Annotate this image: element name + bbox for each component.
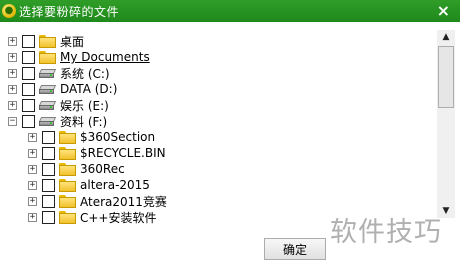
folder-icon (39, 50, 56, 64)
app-logo-icon: ● (2, 4, 16, 18)
title-bar: ● 选择要粉碎的文件 × (0, 0, 460, 22)
drive-icon (38, 67, 57, 80)
tree-item-checkbox[interactable] (42, 178, 55, 192)
window-title: 选择要粉碎的文件 (19, 4, 120, 19)
ok-button[interactable]: 确定 (264, 238, 326, 260)
tree-item-label[interactable]: 360Rec (80, 162, 125, 176)
tree-item-label[interactable]: 娱乐 (E:) (60, 97, 109, 114)
tree-item-label[interactable]: altera-2015 (80, 178, 150, 192)
tree-item[interactable]: + 系统 (C:) (8, 65, 110, 81)
expand-icon[interactable]: + (28, 180, 37, 190)
folder-icon (59, 178, 76, 192)
tree-item-label[interactable]: 资料 (F:) (60, 113, 107, 130)
tree-item-label[interactable]: 桌面 (60, 33, 84, 50)
tree-item[interactable]: + Atera2011竞赛 (28, 193, 167, 209)
expand-icon[interactable]: + (8, 100, 17, 110)
tree-item-checkbox[interactable] (42, 194, 55, 208)
tree-item-label[interactable]: Atera2011竞赛 (80, 193, 167, 210)
tree-item-checkbox[interactable] (42, 210, 55, 224)
tree-item-checkbox[interactable] (42, 146, 55, 160)
tree-item-checkbox[interactable] (22, 50, 35, 64)
expand-icon[interactable]: + (28, 164, 37, 174)
file-tree: + 桌面 + My Documents + 系统 (C:) + DATA (D:… (0, 22, 460, 225)
tree-item[interactable]: + C++安装软件 (28, 209, 157, 225)
close-button[interactable]: × (437, 1, 450, 20)
expand-icon[interactable]: + (8, 84, 17, 94)
tree-item[interactable]: + My Documents (8, 49, 150, 65)
tree-item-checkbox[interactable] (42, 130, 55, 144)
tree-item-label[interactable]: C++安装软件 (80, 209, 157, 226)
expand-icon[interactable]: + (28, 132, 37, 142)
tree-item-checkbox[interactable] (42, 162, 55, 176)
expand-icon[interactable]: + (28, 212, 37, 222)
tree-item-label[interactable]: DATA (D:) (60, 82, 117, 96)
drive-icon (38, 99, 57, 112)
scroll-thumb[interactable] (438, 46, 454, 108)
folder-icon (59, 162, 76, 176)
tree-item-label[interactable]: 系统 (C:) (60, 65, 110, 82)
tree-item[interactable]: + 360Rec (28, 161, 125, 177)
expand-icon[interactable]: + (8, 68, 17, 78)
folder-icon (59, 194, 76, 208)
tree-item-checkbox[interactable] (22, 114, 35, 128)
watermark: 软件技巧 (330, 217, 442, 248)
tree-item-label[interactable]: $RECYCLE.BIN (80, 146, 166, 160)
tree-item[interactable]: + $360Section (28, 129, 155, 145)
tree-item[interactable]: − 资料 (F:) (8, 113, 107, 129)
tree-item[interactable]: + 娱乐 (E:) (8, 97, 109, 113)
tree-item-label[interactable]: $360Section (80, 130, 155, 144)
tree-item[interactable]: + $RECYCLE.BIN (28, 145, 166, 161)
tree-item[interactable]: + DATA (D:) (8, 81, 117, 97)
folder-icon (59, 130, 76, 144)
tree-item-checkbox[interactable] (22, 66, 35, 80)
scroll-up-icon[interactable]: ▲ (437, 30, 455, 44)
collapse-icon[interactable]: − (8, 116, 17, 126)
folder-icon (39, 34, 56, 48)
tree-item[interactable]: + 桌面 (8, 33, 84, 49)
drive-icon (38, 115, 57, 128)
expand-icon[interactable]: + (8, 36, 17, 46)
folder-icon (59, 146, 76, 160)
folder-icon (59, 210, 76, 224)
tree-item[interactable]: + altera-2015 (28, 177, 150, 193)
expand-icon[interactable]: + (8, 52, 17, 62)
tree-item-checkbox[interactable] (22, 34, 35, 48)
expand-icon[interactable]: + (28, 196, 37, 206)
drive-icon (38, 83, 57, 96)
vertical-scrollbar[interactable]: ▲ ▼ (437, 30, 455, 218)
tree-item-label[interactable]: My Documents (60, 50, 150, 64)
expand-icon[interactable]: + (28, 148, 37, 158)
tree-item-checkbox[interactable] (22, 82, 35, 96)
tree-item-checkbox[interactable] (22, 98, 35, 112)
